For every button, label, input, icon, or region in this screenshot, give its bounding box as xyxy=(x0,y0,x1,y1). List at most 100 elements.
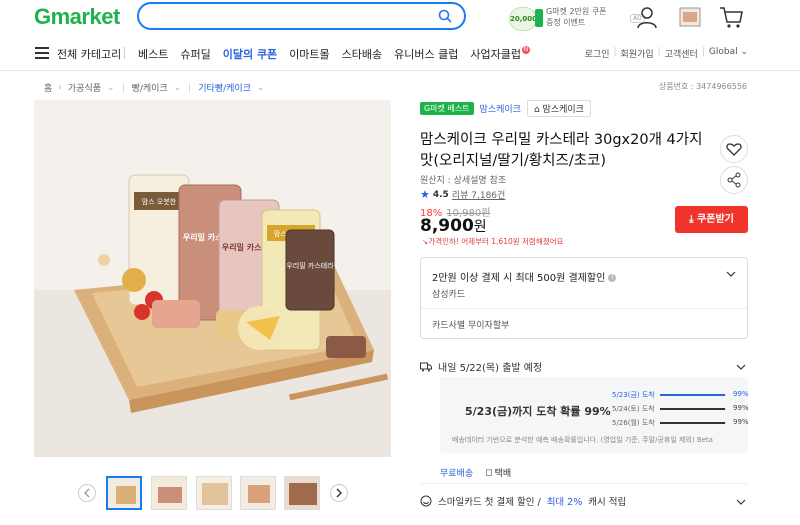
nav-item-star-delivery[interactable]: 스타배송 xyxy=(342,46,382,62)
logo-rest: market xyxy=(50,4,121,29)
thumbnail-image xyxy=(241,477,275,509)
cart-icon[interactable] xyxy=(718,4,744,30)
breadcrumb-home[interactable]: 홈 xyxy=(44,81,52,94)
customer-center-link[interactable]: 고객센터 xyxy=(665,47,698,60)
delivery-bar xyxy=(660,394,726,396)
smile-text: 스마일카드 첫 결제 할인 / xyxy=(438,497,541,508)
nav-items: 베스트 슈퍼딜 이달의 쿠폰 이마트몰 스타배송 유니버스 클럽 사업자클럽 N xyxy=(138,46,530,62)
info-icon[interactable]: i xyxy=(608,274,617,282)
thumbnail-image xyxy=(152,477,186,509)
global-link-label: Global xyxy=(708,47,738,57)
parcel-icon: ◻ xyxy=(485,467,493,478)
new-badge-icon: N xyxy=(521,46,530,54)
smile-cashback-rate: 최대 2% xyxy=(546,497,583,508)
nav-item-emart[interactable]: 이마트몰 xyxy=(289,46,329,62)
util-divider: | xyxy=(657,47,661,57)
shipping-headline-text: 내일 5/22(목) 출발 예정 xyxy=(438,363,543,374)
download-icon: ⤓ xyxy=(689,214,694,225)
thumbnail-2[interactable] xyxy=(151,476,187,510)
coupon-button[interactable]: ⤓ 쿠폰받기 xyxy=(675,206,748,233)
thumbnail-image xyxy=(285,477,319,509)
product-tags: G마켓 베스트 맘스케이크 ⌂ 맘스케이크 xyxy=(420,100,591,117)
nav-item-superdeal[interactable]: 슈퍼딜 xyxy=(180,46,210,62)
price-drop-text: 가격인하! 어제부터 1,610원 저렴해졌어요 xyxy=(428,237,564,246)
nav-item-business-club[interactable]: 사업자클럽 N xyxy=(470,46,530,62)
product-pack: 우리밀 카스테라 xyxy=(285,229,335,311)
header: Gmarket 20,000 G마켓 2만원 쿠폰 증정 이벤트 AD xyxy=(0,0,800,36)
login-link[interactable]: 로그인 xyxy=(585,47,610,60)
parcel-label: ◻ 택배 xyxy=(485,466,512,480)
thumbnail-5[interactable] xyxy=(284,476,320,510)
search-input[interactable] xyxy=(137,2,466,30)
nav-divider xyxy=(124,47,125,59)
chevron-down-icon[interactable] xyxy=(726,269,736,279)
breadcrumb-item[interactable]: 가공식품 xyxy=(68,81,101,94)
delivery-row: 5/24(토) 도착 99% xyxy=(612,404,749,416)
share-button[interactable] xyxy=(720,166,748,194)
shipping-options: 무료배송 ◻ 택배 xyxy=(440,466,512,480)
util-divider: | xyxy=(701,47,705,57)
breadcrumb-current[interactable]: 기타빵/케이크 xyxy=(198,81,251,94)
origin-info: 원산지 : 상세설명 참조 xyxy=(420,176,507,186)
thumbnail-image xyxy=(108,478,140,508)
all-categories-button[interactable]: 전체 카테고리 xyxy=(57,46,121,62)
menu-icon[interactable] xyxy=(35,47,49,59)
chevron-down-icon: ⌄ xyxy=(107,82,115,93)
promo-banner[interactable]: 20,000 G마켓 2만원 쿠폰 증정 이벤트 xyxy=(509,6,617,32)
product-number: 상품번호 : 3474966556 xyxy=(658,82,747,91)
delivery-bar xyxy=(660,422,726,424)
thumbnail-1[interactable] xyxy=(106,476,142,510)
parcel-label-text: 택배 xyxy=(494,469,512,479)
delivery-note: 배송데이터 기반으로 분석한 예측 배송확률입니다. (영업일 기준, 주말/공… xyxy=(452,436,713,444)
thumbnail-4[interactable] xyxy=(240,476,276,510)
my-account-icon[interactable] xyxy=(634,4,660,30)
nav-item-best[interactable]: 베스트 xyxy=(138,46,168,62)
coupon-button-label: 쿠폰받기 xyxy=(697,214,734,225)
store-button[interactable]: ⌂ 맘스케이크 xyxy=(526,100,591,117)
main-nav: 전체 카테고리 베스트 슈퍼딜 이달의 쿠폰 이마트몰 스타배송 유니버스 클럽… xyxy=(0,36,800,71)
product-main-image[interactable]: 맘스 오붓한 우리밀 카스테라 우리밀 카스테라 맘스 오붓한 우리밀 카스테라 xyxy=(34,100,391,457)
pack-label: 맘스 오붓한 xyxy=(142,197,177,206)
smilecard-benefit[interactable]: 스마일카드 첫 결제 할인 / 최대 2% 캐시 적립 xyxy=(420,494,626,508)
delivery-bar-fill xyxy=(660,394,726,396)
search-icon[interactable] xyxy=(438,9,452,23)
sale-price: 8,900원 xyxy=(420,216,487,236)
nav-item-monthly-coupon[interactable]: 이달의 쿠폰 xyxy=(223,46,277,62)
pack-label: 우리밀 카스테라 xyxy=(286,261,334,270)
wishlist-button[interactable] xyxy=(720,135,748,163)
delivery-probability-box: 5/23(금)까지 도착 확률 99% 5/23(금) 도착 99% 5/24(… xyxy=(440,377,749,453)
delivery-probability: 5/23(금)까지 도착 확률 99% xyxy=(465,405,611,418)
price-unit: 원 xyxy=(473,219,487,235)
breadcrumb-divider xyxy=(122,82,124,93)
delivery-row: 5/26(월) 도착 99% xyxy=(612,418,749,430)
recent-viewed-icon[interactable] xyxy=(677,4,703,30)
gmarket-best-badge: G마켓 베스트 xyxy=(420,102,474,115)
global-link[interactable]: Global ⌄ xyxy=(709,47,748,60)
signup-link[interactable]: 회원가입 xyxy=(621,47,654,60)
card-installment-link[interactable]: 카드사별 무이자할부 xyxy=(432,318,509,331)
delivery-date: 5/24(토) 도착 xyxy=(612,405,655,413)
chevron-up-icon[interactable] xyxy=(736,362,746,372)
nav-item-universe-club[interactable]: 유니버스 클럽 xyxy=(394,46,458,62)
price-value: 8,900 xyxy=(420,216,474,236)
thumbnail-next-button[interactable] xyxy=(330,484,348,502)
chevron-down-icon[interactable] xyxy=(736,497,746,507)
share-icon xyxy=(727,172,741,188)
gmarket-logo[interactable]: Gmarket xyxy=(34,4,120,30)
truck-icon xyxy=(420,362,432,371)
payment-benefit-box[interactable]: 2만원 이상 결제 시 최대 500원 결제할인 i 삼성카드 카드사별 무이자할… xyxy=(420,257,748,339)
store-home-icon: ⌂ xyxy=(533,105,540,115)
thumbnail-prev-button[interactable] xyxy=(78,484,96,502)
review-link[interactable]: 리뷰 7,186건 xyxy=(452,188,505,201)
nav-item-business-club-label: 사업자클럽 xyxy=(470,48,521,61)
thumbnail-3[interactable] xyxy=(196,476,232,510)
delivery-bar-fill xyxy=(660,408,726,410)
chevron-down-icon: ⌄ xyxy=(173,82,182,93)
review-count: 7,186건 xyxy=(471,191,506,201)
delivery-bar-fill xyxy=(660,422,726,424)
shop-link[interactable]: 맘스케이크 xyxy=(480,102,521,115)
promo-text: G마켓 2만원 쿠폰 증정 이벤트 xyxy=(546,7,607,27)
shipping-headline[interactable]: 내일 5/22(목) 출발 예정 xyxy=(420,359,542,374)
breadcrumb-item[interactable]: 빵/케이크 xyxy=(132,81,168,94)
benefit-title: 2만원 이상 결제 시 최대 500원 결제할인 i xyxy=(432,269,617,284)
